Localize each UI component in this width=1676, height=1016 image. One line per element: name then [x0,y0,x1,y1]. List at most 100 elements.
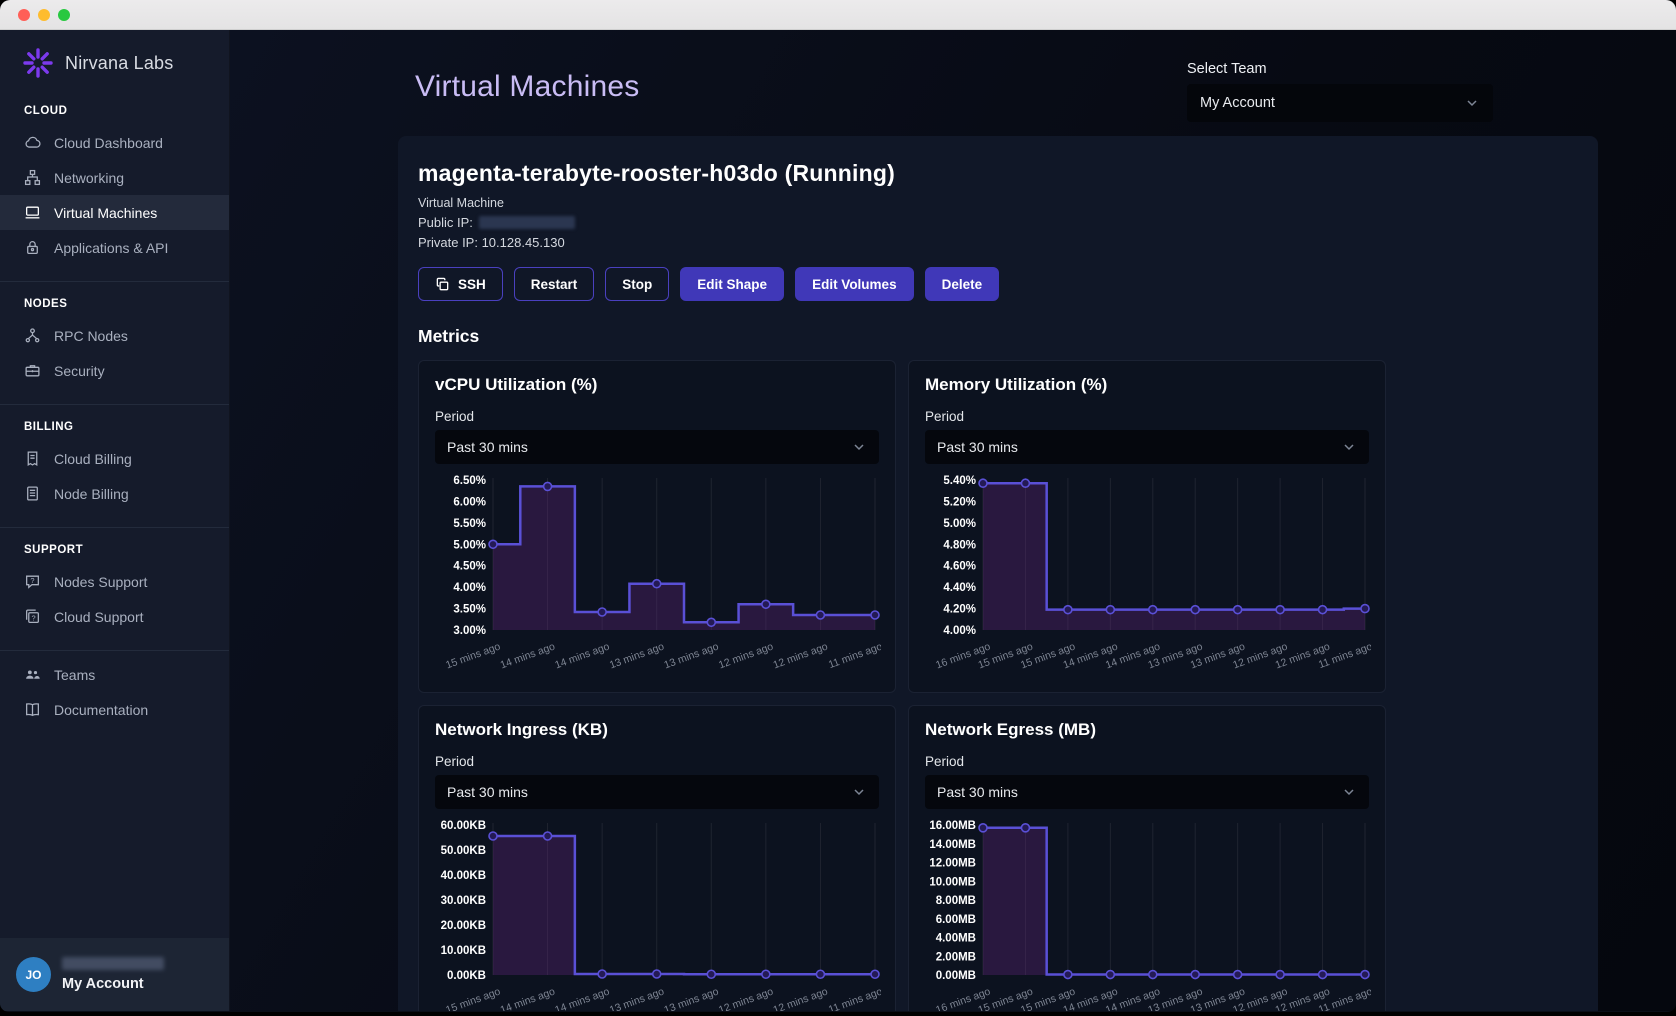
period-select[interactable]: Past 30 mins [435,775,879,809]
chart-card-network-egress-mb: Network Egress (MB)PeriodPast 30 mins16.… [908,705,1386,1011]
ssh-button-label: SSH [458,277,486,292]
lock-icon [24,239,41,256]
svg-text:60.00KB: 60.00KB [441,820,486,832]
network-icon [24,169,41,186]
vm-private-ip: Private IP: 10.128.45.130 [418,235,1578,250]
zoom-window-button[interactable] [58,9,70,21]
vm-card: magenta-terabyte-rooster-h03do (Running)… [398,136,1598,1011]
sidebar-item-nodes-support[interactable]: ?Nodes Support [0,564,229,599]
svg-text:12 mins ago: 12 mins ago [772,985,830,1011]
svg-text:5.20%: 5.20% [943,496,976,508]
sidebar-item-networking[interactable]: Networking [0,160,229,195]
sidebar-item-cloud-dashboard[interactable]: Cloud Dashboard [0,125,229,160]
stop-button[interactable]: Stop [605,267,669,301]
sidebar-section: BILLINGCloud BillingNode Billing [0,405,229,528]
svg-text:11 mins ago: 11 mins ago [827,985,881,1011]
svg-text:10.00KB: 10.00KB [441,945,486,957]
minimize-window-button[interactable] [38,9,50,21]
edit-shape-button[interactable]: Edit Shape [680,267,784,301]
ssh-button[interactable]: SSH [418,267,503,301]
svg-text:5.00%: 5.00% [943,518,976,530]
edit-volumes-button[interactable]: Edit Volumes [795,267,914,301]
sidebar-item-security[interactable]: Security [0,353,229,388]
sidebar-item-applications-api[interactable]: Applications & API [0,230,229,265]
chart-card-memory-utilization: Memory Utilization (%)PeriodPast 30 mins… [908,360,1386,693]
svg-text:6.50%: 6.50% [453,475,486,487]
chart-card-network-ingress-kb: Network Ingress (KB)PeriodPast 30 mins60… [418,705,896,1011]
svg-text:0.00MB: 0.00MB [936,970,976,982]
period-select[interactable]: Past 30 mins [925,775,1369,809]
sidebar-item-cloud-support[interactable]: ? Cloud Support [0,599,229,634]
svg-text:14 mins ago: 14 mins ago [553,640,611,671]
svg-text:4.40%: 4.40% [943,582,976,594]
svg-text:14 mins ago: 14 mins ago [553,985,611,1011]
svg-text:?: ? [30,576,34,585]
period-select-value: Past 30 mins [937,784,1018,800]
sidebar-item-label: Virtual Machines [54,205,157,221]
document-icon [24,485,41,502]
chart-title: Network Egress (MB) [925,720,1369,740]
sidebar-item-label: Cloud Support [54,609,144,625]
svg-text:13 mins ago: 13 mins ago [662,985,720,1011]
copy-icon [435,277,450,292]
svg-text:30.00KB: 30.00KB [441,895,486,907]
svg-text:4.80%: 4.80% [943,539,976,551]
avatar: JO [16,957,51,992]
svg-text:?: ? [31,613,35,622]
user-name-redacted [62,957,164,970]
sidebar-item-label: Teams [54,667,95,683]
user-meta: My Account [62,957,164,992]
delete-button[interactable]: Delete [925,267,1000,301]
chevron-down-icon [1341,439,1357,455]
period-select[interactable]: Past 30 mins [435,430,879,464]
sidebar-item-virtual-machines[interactable]: Virtual Machines [0,195,229,230]
vm-public-ip: Public IP: [418,215,1578,230]
team-select[interactable]: My Account [1187,84,1493,122]
svg-text:12.00MB: 12.00MB [929,858,976,870]
app-window: Nirvana Labs CLOUDCloud Dashboard Network… [0,0,1676,1012]
svg-text:6.00%: 6.00% [453,496,486,508]
svg-text:5.40%: 5.40% [943,475,976,487]
user-account-area[interactable]: JO My Account [0,938,229,1011]
monitor-icon [24,204,41,221]
sidebar-item-label: Node Billing [54,486,129,502]
window-titlebar [0,0,1676,30]
svg-text:11 mins ago: 11 mins ago [827,640,881,671]
sidebar-item-node-billing[interactable]: Node Billing [0,476,229,511]
chevron-down-icon [851,439,867,455]
sidebar-nav: CLOUDCloud Dashboard Networking Virtual Ma… [0,89,229,938]
svg-text:40.00KB: 40.00KB [441,870,486,882]
public-ip-redacted [479,216,575,229]
svg-text:14.00MB: 14.00MB [929,839,976,851]
restart-button[interactable]: Restart [514,267,595,301]
sidebar-item-teams[interactable]: Teams [0,657,229,692]
main-content: Virtual Machines Select Team My Account … [230,30,1676,1011]
svg-text:15 mins ago: 15 mins ago [444,640,502,671]
metric-chart: 6.50%6.00%5.50%5.00%4.50%4.00%3.50%3.00%… [435,472,881,678]
sidebar-item-label: Cloud Billing [54,451,132,467]
svg-text:5.50%: 5.50% [453,518,486,530]
sidebar-item-label: Networking [54,170,124,186]
teams-icon [24,666,41,683]
metric-chart: 16.00MB14.00MB12.00MB10.00MB8.00MB6.00MB… [925,817,1371,1011]
svg-text:13 mins ago: 13 mins ago [662,640,720,671]
sidebar-item-documentation[interactable]: Documentation [0,692,229,727]
period-select-value: Past 30 mins [447,439,528,455]
team-select-group: Select Team My Account [1187,61,1493,122]
brand-name: Nirvana Labs [65,53,173,74]
svg-text:15 mins ago: 15 mins ago [444,985,502,1011]
sidebar-section-header: CLOUD [0,95,229,125]
period-select-value: Past 30 mins [937,439,1018,455]
svg-text:20.00KB: 20.00KB [441,920,486,932]
sidebar: Nirvana Labs CLOUDCloud Dashboard Network… [0,30,230,1011]
chart-title: Network Ingress (KB) [435,720,879,740]
sidebar-item-cloud-billing[interactable]: Cloud Billing [0,441,229,476]
svg-text:4.50%: 4.50% [453,561,486,573]
period-select[interactable]: Past 30 mins [925,430,1369,464]
nirvana-labs-logo-icon [22,47,54,79]
sidebar-item-rpc-nodes[interactable]: RPC Nodes [0,318,229,353]
close-window-button[interactable] [18,9,30,21]
svg-text:14 mins ago: 14 mins ago [499,640,557,671]
sidebar-item-label: Security [54,363,105,379]
svg-text:12 mins ago: 12 mins ago [717,640,775,671]
